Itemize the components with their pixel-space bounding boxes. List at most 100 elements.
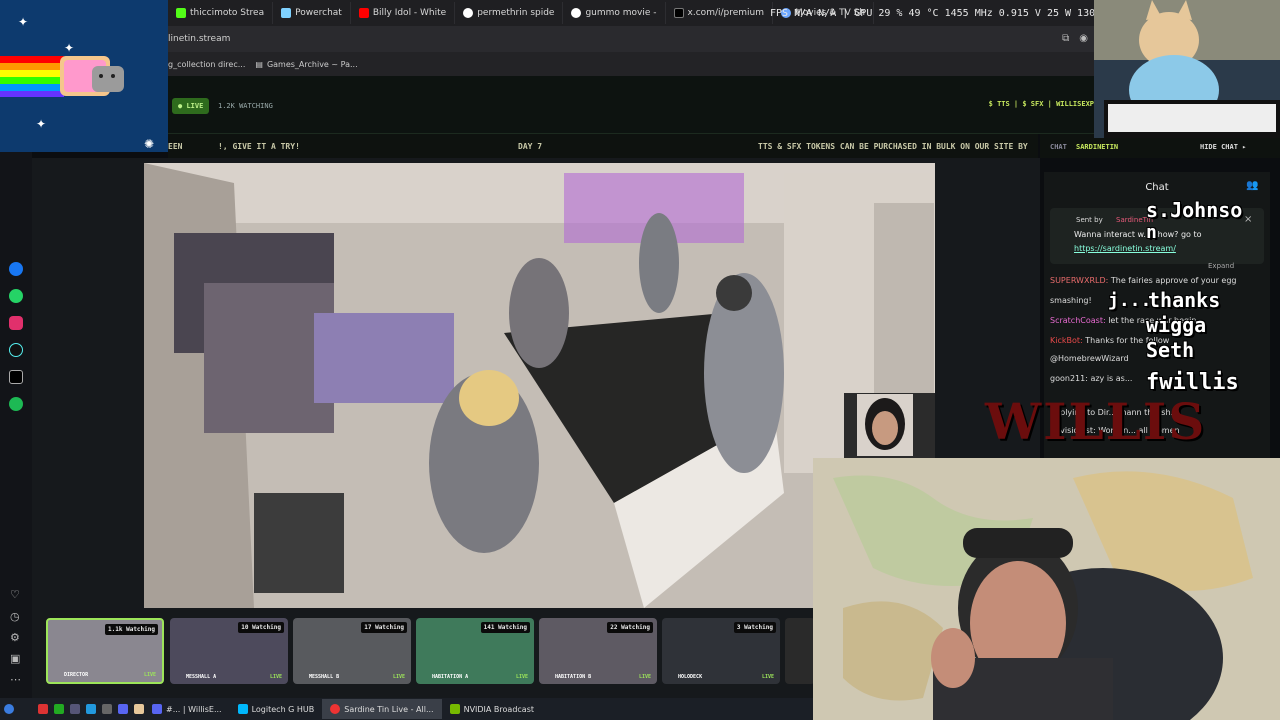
camera-thumbnail-strip: 1.1k Watching DIRECTOR LIVE 10 Watching …: [40, 612, 820, 690]
google-icon: [571, 8, 582, 18]
windows-start-icon: [4, 704, 14, 714]
nvidia-icon: [449, 704, 460, 714]
extension-icon[interactable]: ▣: [10, 652, 20, 665]
browser-tab[interactable]: gummo movie -: [563, 2, 666, 24]
browser-tab[interactable]: Billy Idol - White: [351, 2, 456, 24]
live-badge: ● LIVE: [172, 98, 210, 114]
app-icon[interactable]: [70, 704, 80, 714]
overlay-name: s.Johnso: [1146, 198, 1243, 222]
messenger-icon[interactable]: [9, 262, 23, 276]
thumbnail-watching: 22 Watching: [607, 622, 653, 633]
thumbnail-live: LIVE: [761, 674, 774, 680]
camera-thumbnail[interactable]: 17 Watching MESSHALL B LIVE: [293, 618, 411, 684]
browser-tab[interactable]: x.com/i/premium: [666, 2, 774, 24]
nyan-cat-overlay: ✦ ✦ ✦ ✺: [0, 0, 168, 152]
ticker-text: EEN: [168, 141, 183, 151]
pinned-sender-label: Sent by: [1076, 216, 1103, 224]
google-icon: [463, 8, 474, 18]
gear-icon[interactable]: ⚙: [10, 631, 20, 644]
browser-tab[interactable]: Powerchat: [273, 2, 351, 24]
whatsapp-icon[interactable]: [9, 289, 23, 303]
app-icon[interactable]: [86, 704, 96, 714]
thumbnail-watching: 3 Watching: [733, 622, 776, 633]
app-icon[interactable]: [38, 704, 48, 714]
close-icon[interactable]: ×: [1244, 214, 1252, 225]
thumbnail-watching: 10 Watching: [238, 622, 284, 633]
camera-thumbnail[interactable]: 1.1k Watching DIRECTOR LIVE: [46, 618, 164, 684]
browser-tab[interactable]: permethrin spide: [455, 2, 564, 24]
app-icon[interactable]: [134, 704, 144, 714]
site-header: ● LIVE 1.2K WATCHING $ TTS | $ SFX | WIL…: [168, 76, 1094, 134]
willis-logo: WILLIS: [985, 392, 1207, 451]
spotify-icon[interactable]: [9, 397, 23, 411]
overlay-name: j...: [1108, 290, 1152, 311]
svg-text:✦: ✦: [64, 41, 74, 55]
thumbnail-label: MESSHALL B: [309, 674, 340, 680]
heart-icon[interactable]: ♡: [10, 588, 20, 601]
nyan-cat-icon: ✦ ✦ ✦ ✺: [0, 0, 168, 152]
ticker-text: TTS & SFX TOKENS CAN BE PURCHASED IN BUL…: [758, 141, 1028, 151]
pinned-text: Wanna interact w... show? go to: [1074, 230, 1202, 239]
more-icon[interactable]: ⋯: [10, 673, 21, 686]
browser-icon: [330, 704, 341, 714]
overlay-name: Seth: [1146, 338, 1195, 362]
camera-thumbnail[interactable]: 141 Watching HABITATION A LIVE: [416, 618, 534, 684]
ticker-day: DAY 7: [518, 141, 543, 151]
overlay-name: n: [1146, 222, 1157, 243]
face-image: [857, 394, 913, 456]
taskbar-item[interactable]: Logitech G HUB: [230, 699, 323, 719]
chat-message: goon211: azy is as...: [1050, 374, 1133, 383]
thumbnail-label: DIRECTOR: [64, 672, 89, 678]
app-icon[interactable]: [54, 704, 64, 714]
address-url[interactable]: linetin.stream: [168, 34, 230, 44]
thumbnail-live: LIVE: [143, 672, 156, 678]
keyboard-cat-overlay: [1094, 0, 1280, 138]
overlay-name: thanks: [1148, 288, 1221, 312]
x-icon: [673, 8, 684, 18]
history-icon[interactable]: ◷: [10, 610, 20, 623]
thumbnail-live: LIVE: [515, 674, 528, 680]
thumbnail-watching: 141 Watching: [480, 622, 530, 633]
side-app-rail: ♡ ◷ ⚙ ▣ ⋯: [0, 152, 32, 698]
thumbnail-label: HABITATION A: [432, 674, 469, 680]
camera-thumbnail[interactable]: 3 Watching HOLODECK LIVE: [662, 618, 780, 684]
logitech-icon: [237, 704, 248, 714]
webcam-scene: [813, 458, 1280, 720]
tiktok-icon[interactable]: [9, 343, 23, 357]
ticker-text: !, GIVE IT A TRY!: [218, 141, 300, 151]
bookmark-item[interactable]: g_collection direc...: [168, 60, 245, 69]
taskbar-item[interactable]: #... | WillisE...: [144, 699, 230, 719]
open-external-icon[interactable]: ⧉: [1062, 33, 1069, 44]
taskbar-item[interactable]: NVIDIA Broadcast: [442, 699, 542, 719]
expand-button[interactable]: Expand: [1208, 262, 1234, 270]
start-button[interactable]: [0, 699, 18, 719]
camera-thumbnail[interactable]: 22 Watching HABITATION B LIVE: [539, 618, 657, 684]
app-icon[interactable]: [102, 704, 112, 714]
streamer-webcam: [813, 458, 1280, 720]
camera-thumbnail[interactable]: 10 Watching MESSHALL A LIVE: [170, 618, 288, 684]
taskbar-item[interactable]: Sardine Tin Live - All...: [322, 699, 442, 719]
performance-overlay: FPS N/A N/A | GPU 29 % 49 °C 1455 MHz 0.…: [770, 8, 1126, 19]
thumbnail-live: LIVE: [638, 674, 651, 680]
thumbnail-watching: 17 Watching: [361, 622, 407, 633]
thumbnail-label: HABITATION B: [555, 674, 592, 680]
small-face-overlay: [857, 394, 913, 456]
pinned-link[interactable]: https://sardinetin.stream/: [1074, 244, 1176, 253]
thumbnail-live: LIVE: [392, 674, 405, 680]
x-icon[interactable]: [9, 370, 23, 384]
youtube-icon: [358, 8, 369, 18]
instagram-icon[interactable]: [9, 316, 23, 330]
users-icon[interactable]: 👥: [1246, 180, 1258, 191]
browser-tab[interactable]: thiccimoto Strea: [168, 2, 274, 24]
chat-message: smashing!: [1050, 296, 1092, 305]
bookmark-item[interactable]: ▤ Games_Archive ~ Pa...: [255, 60, 357, 69]
address-bar[interactable]: linetin.stream ⧉ ◉: [168, 26, 1094, 52]
hide-chat-button[interactable]: HIDE CHAT ▸: [1200, 143, 1246, 151]
camera-thumbnail[interactable]: [785, 618, 815, 684]
svg-text:✺: ✺: [144, 137, 154, 151]
camera-icon[interactable]: ◉: [1079, 33, 1088, 44]
app-icon[interactable]: [118, 704, 128, 714]
thumbnail-label: MESSHALL A: [186, 674, 217, 680]
thumbnail-live: LIVE: [269, 674, 282, 680]
kick-icon: [176, 8, 186, 18]
